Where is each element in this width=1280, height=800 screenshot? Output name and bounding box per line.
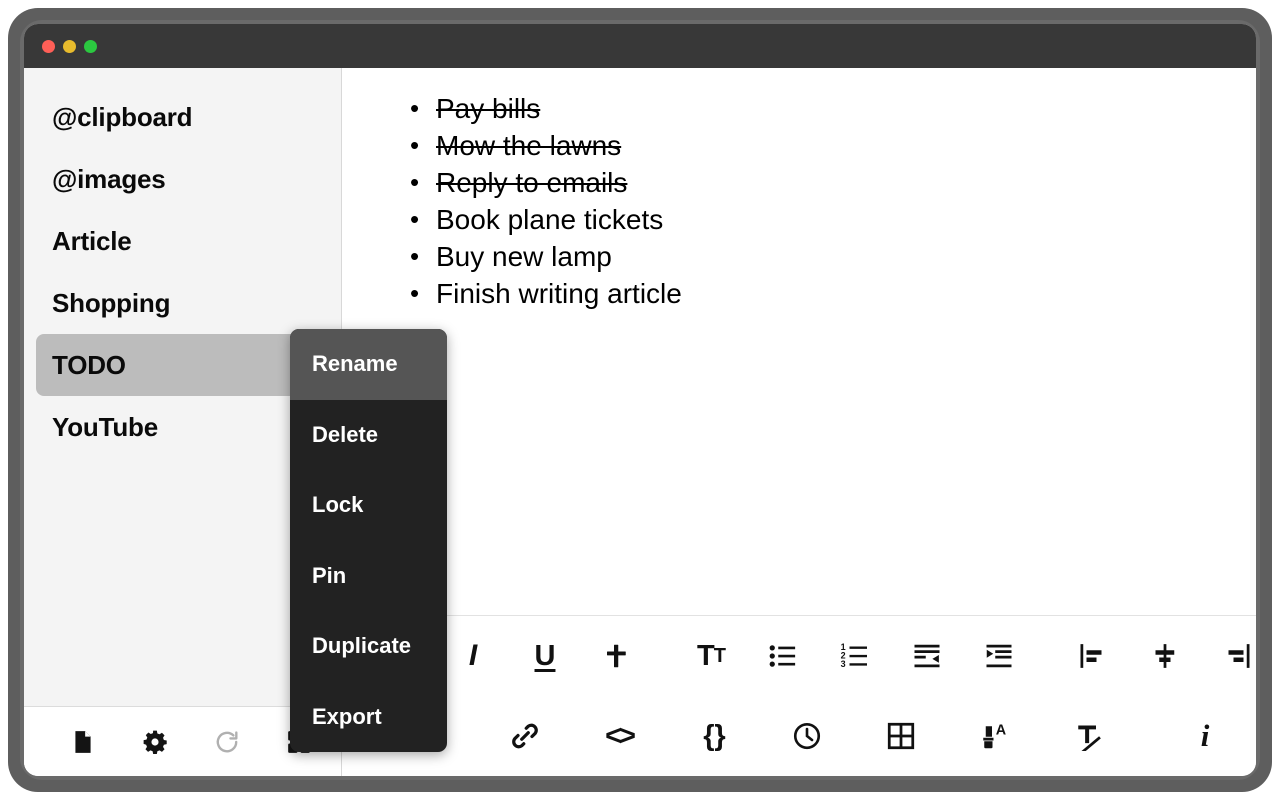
format-painter-icon[interactable]: A (970, 711, 1020, 761)
code-icon[interactable]: <> (594, 711, 644, 761)
link-icon[interactable] (500, 711, 550, 761)
new-note-icon[interactable] (70, 729, 96, 755)
list-item-text: Buy new lamp (436, 241, 612, 272)
todo-list: Pay bills Mow the lawns Reply to emails … (402, 90, 1216, 312)
note-content[interactable]: Pay bills Mow the lawns Reply to emails … (342, 68, 1256, 615)
list-item[interactable]: Reply to emails (402, 164, 1216, 201)
format-toolbar: B I U TT (342, 615, 1256, 776)
svg-text:A: A (996, 723, 1006, 739)
sidebar-item-youtube[interactable]: YouTube (36, 396, 329, 458)
close-button[interactable] (42, 39, 55, 53)
list-item[interactable]: Pay bills (402, 90, 1216, 127)
editor-pane: Pay bills Mow the lawns Reply to emails … (342, 68, 1256, 776)
code-block-icon[interactable]: { } (688, 711, 738, 761)
context-menu-item-export[interactable]: Export (290, 682, 447, 753)
list-item-text: Book plane tickets (436, 204, 664, 235)
sidebar-item-label: YouTube (52, 411, 158, 442)
sidebar-item-shopping[interactable]: Shopping (36, 272, 329, 334)
window-titlebar (24, 24, 1256, 68)
minimize-button[interactable] (63, 39, 76, 53)
context-menu-item-label: Delete (312, 421, 379, 447)
window-body: @clipboard @images Article Shopping TODO… (24, 68, 1256, 776)
context-menu-item-pin[interactable]: Pin (290, 541, 447, 612)
list-item-text: Mow the lawns (436, 130, 622, 161)
indent-icon[interactable] (974, 631, 1024, 681)
sidebar-item-label: Shopping (52, 287, 171, 318)
font-size-icon[interactable]: TT (686, 631, 736, 681)
zoom-button[interactable] (84, 39, 97, 53)
context-menu-item-label: Lock (312, 492, 364, 518)
app-window: @clipboard @images Article Shopping TODO… (24, 24, 1256, 776)
table-icon[interactable] (876, 711, 926, 761)
align-left-icon[interactable] (1068, 631, 1118, 681)
list-item[interactable]: Book plane tickets (402, 201, 1216, 238)
context-menu-item-duplicate[interactable]: Duplicate (290, 611, 447, 682)
sidebar-item-images[interactable]: @images (36, 148, 329, 210)
sidebar-item-todo[interactable]: TODO (36, 334, 329, 396)
list-item-text: Pay bills (436, 93, 541, 124)
list-item[interactable]: Buy new lamp (402, 238, 1216, 275)
underline-icon[interactable]: U (520, 631, 570, 681)
context-menu: Rename Delete Lock Pin Duplicate Export (290, 329, 447, 752)
sidebar-item-label: Article (52, 225, 132, 256)
numbered-list-icon[interactable]: 1 2 3 (830, 631, 880, 681)
list-item[interactable]: Finish writing article (402, 275, 1216, 312)
context-menu-item-label: Duplicate (312, 633, 412, 659)
context-menu-item-label: Rename (312, 351, 398, 377)
context-menu-item-label: Pin (312, 562, 347, 588)
context-menu-item-delete[interactable]: Delete (290, 400, 447, 471)
format-toolbar-row-1: B I U TT (342, 616, 1256, 696)
italic-icon[interactable]: I (448, 631, 498, 681)
sidebar-item-label: TODO (52, 349, 126, 380)
context-menu-item-label: Export (312, 703, 382, 729)
format-toolbar-row-2: <> { } A i (342, 696, 1256, 776)
clear-formatting-icon[interactable] (1064, 711, 1114, 761)
refresh-icon[interactable] (214, 729, 240, 755)
gear-icon[interactable] (142, 729, 168, 755)
list-item-text: Reply to emails (436, 167, 628, 198)
context-menu-item-lock[interactable]: Lock (290, 470, 447, 541)
context-menu-item-rename[interactable]: Rename (290, 329, 447, 400)
bullet-list-icon[interactable] (758, 631, 808, 681)
strikethrough-icon[interactable] (592, 631, 642, 681)
outdent-icon[interactable] (902, 631, 952, 681)
sidebar-item-label: @clipboard (52, 101, 193, 132)
info-icon[interactable]: i (1180, 711, 1230, 761)
sidebar-item-label: @images (52, 163, 166, 194)
align-center-icon[interactable] (1140, 631, 1190, 681)
align-right-icon[interactable] (1212, 631, 1256, 681)
list-item-text: Finish writing article (436, 278, 682, 309)
sidebar-item-article[interactable]: Article (36, 210, 329, 272)
sidebar-item-clipboard[interactable]: @clipboard (36, 86, 329, 148)
list-item[interactable]: Mow the lawns (402, 127, 1216, 164)
clock-icon[interactable] (782, 711, 832, 761)
svg-text:3: 3 (841, 659, 846, 669)
